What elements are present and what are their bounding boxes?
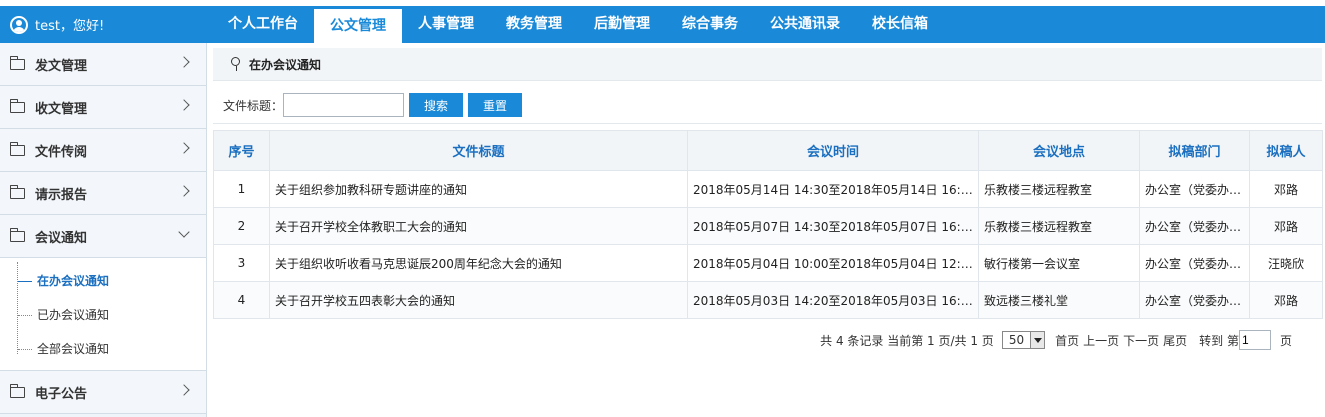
tab-personal-workbench[interactable]: 个人工作台 (212, 6, 314, 43)
meeting-notices-table: 序号 文件标题 会议时间 会议地点 拟稿部门 拟稿人 1 关于组织参加教科研专题… (213, 130, 1323, 319)
file-title-input[interactable] (283, 93, 405, 117)
chevron-right-icon (178, 142, 190, 154)
cell-drafter: 汪晓欣 (1249, 244, 1323, 282)
cell-department: 办公室（党委办… (1139, 281, 1250, 319)
top-bar: test，您好! 个人工作台 公文管理 人事管理 教务管理 后勤管理 综合事务 … (0, 6, 1325, 43)
folder-icon (9, 383, 25, 398)
meeting-notices-submenu: 在办会议通知 已办会议通知 全部会议通知 (0, 258, 206, 371)
tab-general-affairs[interactable]: 综合事务 (666, 6, 754, 43)
page-title: 在办会议通知 (249, 57, 322, 72)
tab-logistics-management[interactable]: 后勤管理 (578, 6, 666, 43)
folder-icon (9, 227, 25, 242)
user-greeting-text: test，您好! (35, 19, 105, 34)
cell-location: 敏行楼第一会议室 (978, 244, 1140, 282)
cell-location: 乐教楼三楼远程教室 (978, 170, 1140, 208)
column-header-meeting-time: 会议时间 (687, 130, 979, 171)
chevron-right-icon (178, 99, 190, 111)
cell-title[interactable]: 关于召开学校五四表彰大会的通知 (269, 281, 688, 319)
cell-title[interactable]: 关于组织参加教科研专题讲座的通知 (269, 170, 688, 208)
folder-icon (9, 55, 25, 70)
cell-department: 办公室（党委办… (1139, 244, 1250, 282)
last-page-link[interactable]: 尾页 (1163, 332, 1187, 349)
folder-icon (9, 141, 25, 156)
main-content: 在办会议通知 文件标题： 搜索 重置 序号 文件标题 会议时间 会议地点 拟稿部… (213, 43, 1323, 417)
next-page-link[interactable]: 下一页 (1123, 332, 1159, 349)
goto-page-input[interactable] (1238, 330, 1271, 350)
column-header-index: 序号 (213, 130, 270, 171)
sidebar-item-label: 电子公告 (35, 386, 88, 402)
table-row[interactable]: 4 关于召开学校五四表彰大会的通知 2018年05月03日 14:20至2018… (213, 281, 1323, 319)
user-greeting: test，您好! (0, 6, 207, 43)
tab-academic-management[interactable]: 教务管理 (490, 6, 578, 43)
table-row[interactable]: 2 关于召开学校全体教职工大会的通知 2018年05月07日 14:30至201… (213, 207, 1323, 245)
submenu-item-done-meetings[interactable]: 已办会议通知 (0, 298, 206, 332)
table-header-row: 序号 文件标题 会议时间 会议地点 拟稿部门 拟稿人 (213, 130, 1323, 171)
search-button[interactable]: 搜索 (409, 93, 464, 117)
sidebar-item-label: 发文管理 (35, 58, 88, 74)
chevron-right-icon (178, 56, 190, 68)
cell-drafter: 邓路 (1249, 207, 1323, 245)
user-icon (10, 15, 28, 34)
search-label: 文件标题： (223, 98, 284, 113)
tab-principal-mailbox[interactable]: 校长信箱 (856, 6, 944, 43)
sidebar-item-meeting-notices[interactable]: 会议通知 (0, 215, 206, 258)
page-size-select[interactable]: 50 (1001, 331, 1046, 349)
sidebar-item-label: 收文管理 (35, 101, 88, 117)
cell-meeting-time: 2018年05月14日 14:30至2018年05月14日 16:00 (687, 170, 979, 208)
search-bar: 文件标题： 搜索 重置 (213, 87, 1322, 124)
first-page-link[interactable]: 首页 (1055, 332, 1079, 349)
cell-index: 1 (213, 170, 270, 208)
cell-location: 乐教楼三楼远程教室 (978, 207, 1140, 245)
cell-meeting-time: 2018年05月04日 10:00至2018年05月04日 12:00 (687, 244, 979, 282)
main-nav: 个人工作台 公文管理 人事管理 教务管理 后勤管理 综合事务 公共通讯录 校长信… (212, 6, 944, 43)
pagination: 共 4 条记录 当前第 1 页/共 1 页 50 首页 上一页 下一页 尾页 转… (817, 329, 1292, 351)
cell-department: 办公室（党委办… (1139, 207, 1250, 245)
cell-index: 4 (213, 281, 270, 319)
cell-index: 2 (213, 207, 270, 245)
cell-drafter: 邓路 (1249, 170, 1323, 208)
location-pin-icon (231, 57, 241, 71)
cell-department: 办公室（党委办… (1139, 170, 1250, 208)
folder-icon (9, 184, 25, 199)
sidebar-item-label: 文件传阅 (35, 144, 88, 160)
tab-hr-management[interactable]: 人事管理 (402, 6, 490, 43)
submenu-item-all-meetings[interactable]: 全部会议通知 (0, 332, 206, 366)
column-header-location: 会议地点 (978, 130, 1140, 171)
panel-header: 在办会议通知 (213, 48, 1322, 81)
column-header-drafter: 拟稿人 (1249, 130, 1323, 171)
table-row[interactable]: 3 关于组织收听收看马克思诞辰200周年纪念大会的通知 2018年05月04日 … (213, 244, 1323, 282)
chevron-right-icon (178, 185, 190, 197)
sidebar-item-request-reports[interactable]: 请示报告 (0, 172, 206, 215)
tab-public-contacts[interactable]: 公共通讯录 (754, 6, 856, 43)
chevron-right-icon (178, 384, 190, 396)
reset-button[interactable]: 重置 (468, 93, 523, 117)
column-header-department: 拟稿部门 (1139, 130, 1250, 171)
folder-icon (9, 98, 25, 113)
sidebar-item-e-bulletin[interactable]: 电子公告 (0, 371, 206, 414)
cell-location: 致远楼三楼礼堂 (978, 281, 1140, 319)
cell-meeting-time: 2018年05月07日 14:30至2018年05月07日 16:30 (687, 207, 979, 245)
goto-suffix: 页 (1279, 333, 1292, 348)
cell-title[interactable]: 关于召开学校全体教职工大会的通知 (269, 207, 688, 245)
sidebar-item-outgoing-docs[interactable]: 发文管理 (0, 43, 206, 86)
sidebar-item-file-circulation[interactable]: 文件传阅 (0, 129, 206, 172)
prev-page-link[interactable]: 上一页 (1083, 332, 1119, 349)
column-header-title: 文件标题 (269, 130, 688, 171)
dropdown-arrow-icon (1030, 332, 1045, 348)
cell-title[interactable]: 关于组织收听收看马克思诞辰200周年纪念大会的通知 (269, 244, 688, 282)
sidebar-item-label: 会议通知 (35, 230, 88, 246)
page-size-value: 50 (1008, 333, 1025, 347)
cell-drafter: 邓路 (1249, 281, 1323, 319)
sidebar-item-label: 请示报告 (35, 187, 88, 203)
table-row[interactable]: 1 关于组织参加教科研专题讲座的通知 2018年05月14日 14:30至201… (213, 170, 1323, 208)
tab-document-management[interactable]: 公文管理 (314, 9, 402, 43)
goto-prefix: 转到 第 (1199, 333, 1239, 348)
cell-index: 3 (213, 244, 270, 282)
sidebar: 发文管理 收文管理 文件传阅 请示报告 会议通知 在办会议通知 已办会议通知 全… (0, 43, 207, 417)
pagination-summary: 共 4 条记录 当前第 1 页/共 1 页 (820, 333, 994, 348)
submenu-item-active-meetings[interactable]: 在办会议通知 (0, 264, 206, 298)
sidebar-item-incoming-docs[interactable]: 收文管理 (0, 86, 206, 129)
cell-meeting-time: 2018年05月03日 14:20至2018年05月03日 16:30 (687, 281, 979, 319)
chevron-down-icon (178, 226, 190, 238)
